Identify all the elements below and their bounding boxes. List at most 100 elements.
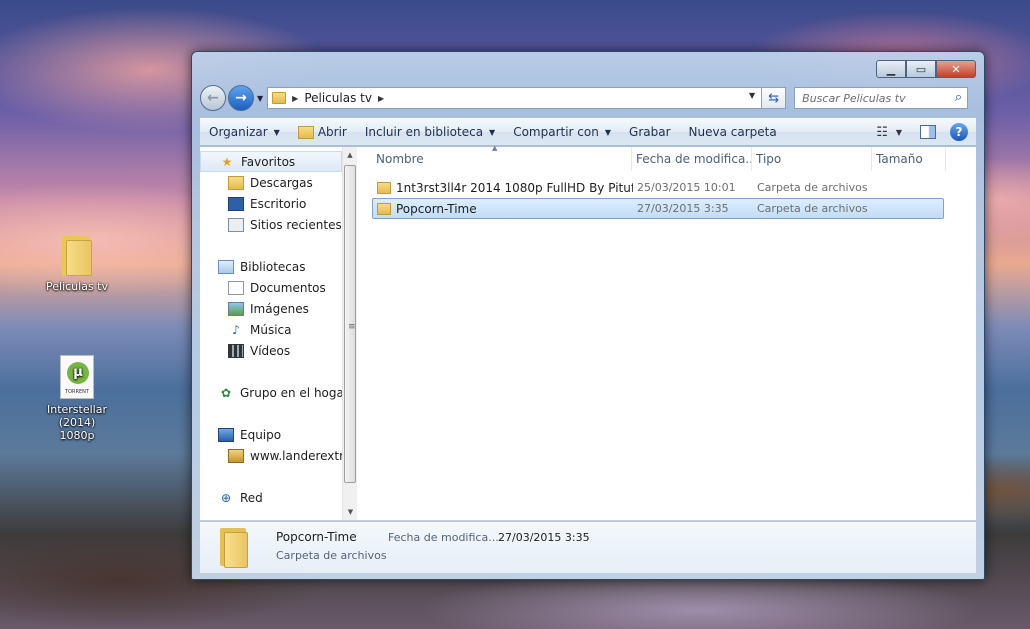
back-arrow-icon: ← bbox=[207, 90, 219, 106]
chevron-down-icon: ▼ bbox=[895, 127, 902, 137]
change-view-button[interactable]: ☷ ▼ bbox=[868, 125, 910, 140]
breadcrumb-separator-icon[interactable]: ▶ bbox=[378, 94, 384, 103]
desktop-icon-label: Peliculas tv bbox=[46, 280, 108, 293]
chevron-down-icon: ▼ bbox=[273, 127, 280, 137]
nav-item-music[interactable]: ♪ Música bbox=[200, 319, 342, 340]
maximize-icon: ▭ bbox=[915, 62, 927, 76]
explorer-window: ▁ ▭ ✕ ← → ▼ ▶ Peliculas tv ▶ ▼ ⇆ ⌕ Organ… bbox=[191, 51, 985, 580]
nav-item-label: Grupo en el hogar bbox=[240, 385, 342, 400]
nav-item-network[interactable]: ⊕ Red bbox=[200, 487, 342, 508]
search-box[interactable]: ⌕ bbox=[794, 87, 969, 109]
folder-icon bbox=[220, 528, 248, 568]
nav-item-downloads[interactable]: Descargas bbox=[200, 172, 342, 193]
file-type: Carpeta de archivos bbox=[757, 202, 868, 215]
share-with-button[interactable]: Compartir con ▼ bbox=[504, 119, 620, 145]
refresh-icon: ⇆ bbox=[768, 90, 780, 106]
music-note-icon: ♪ bbox=[232, 322, 240, 337]
close-button[interactable]: ✕ bbox=[936, 60, 976, 78]
torrent-badge: TORRENT bbox=[65, 389, 89, 395]
close-icon: ✕ bbox=[951, 62, 961, 76]
chevron-down-icon: ▼ bbox=[604, 127, 612, 137]
file-date: 27/03/2015 3:35 bbox=[637, 202, 729, 215]
desktop-icon-peliculas-tv[interactable]: Peliculas tv bbox=[27, 232, 127, 293]
scrollbar-thumb[interactable]: ≡ bbox=[344, 165, 356, 483]
share-with-label: Compartir con bbox=[513, 125, 599, 139]
open-folder-icon bbox=[297, 125, 314, 139]
burn-button[interactable]: Grabar bbox=[620, 119, 680, 145]
desktop-icon-interstellar-torrent[interactable]: µ TORRENT Interstellar (2014) 1080p bbox=[27, 355, 127, 442]
column-header-size[interactable]: Tamaño bbox=[872, 147, 946, 171]
search-input[interactable] bbox=[802, 91, 943, 105]
file-row-selected[interactable]: Popcorn-Time 27/03/2015 3:35 Carpeta de … bbox=[372, 198, 944, 219]
organize-label: Organizar bbox=[209, 125, 268, 139]
organize-button[interactable]: Organizar ▼ bbox=[200, 119, 289, 145]
nav-item-network-drive[interactable]: www.landerextre bbox=[200, 445, 342, 466]
nav-item-images[interactable]: Imágenes bbox=[200, 298, 342, 319]
column-header-date[interactable]: Fecha de modifica... bbox=[632, 147, 752, 171]
file-type: Carpeta de archivos bbox=[757, 181, 868, 194]
nav-item-label: Imágenes bbox=[250, 301, 309, 316]
details-date-label: Fecha de modifica... bbox=[388, 531, 499, 544]
desktop-icon-label-line2: 1080p bbox=[59, 429, 95, 442]
forward-button[interactable]: → bbox=[228, 85, 254, 111]
nav-item-label: Red bbox=[240, 490, 263, 505]
minimize-button[interactable]: ▁ bbox=[876, 60, 906, 78]
nav-item-recent-places[interactable]: Sitios recientes bbox=[200, 214, 342, 235]
search-icon[interactable]: ⌕ bbox=[955, 90, 962, 105]
view-details-icon: ☷ bbox=[876, 124, 888, 140]
recent-pages-dropdown[interactable]: ▼ bbox=[257, 94, 263, 103]
folder-icon bbox=[272, 92, 287, 104]
back-button[interactable]: ← bbox=[200, 85, 226, 111]
column-header-name[interactable]: ▲ Nombre bbox=[372, 144, 632, 171]
nav-item-homegroup[interactable]: ✿ Grupo en el hogar bbox=[200, 382, 342, 403]
file-row[interactable]: 1nt3rst3ll4r 2014 1080p FullHD By Pitufo… bbox=[372, 177, 944, 198]
address-dropdown-icon[interactable]: ▼ bbox=[749, 91, 755, 100]
nav-item-label: Equipo bbox=[240, 427, 282, 442]
star-icon: ★ bbox=[221, 154, 233, 169]
caption-buttons: ▁ ▭ ✕ bbox=[876, 60, 976, 78]
breadcrumb-separator-icon[interactable]: ▶ bbox=[292, 94, 298, 103]
nav-item-videos[interactable]: Vídeos bbox=[200, 340, 342, 361]
nav-item-computer[interactable]: Equipo bbox=[200, 424, 342, 445]
preview-pane-button[interactable] bbox=[920, 125, 936, 139]
film-strip-icon bbox=[228, 343, 244, 358]
column-header-label: Nombre bbox=[376, 152, 424, 166]
grip-icon: ≡ bbox=[348, 322, 356, 332]
navigation-scrollbar[interactable]: ▲ ≡ ▼ bbox=[342, 147, 357, 520]
nav-item-label: Escritorio bbox=[250, 196, 307, 211]
homegroup-icon: ✿ bbox=[220, 385, 232, 400]
breadcrumb-peliculas-tv[interactable]: Peliculas tv bbox=[304, 91, 372, 105]
column-header-type[interactable]: Tipo bbox=[752, 147, 872, 171]
recent-places-icon bbox=[228, 217, 244, 232]
column-header-label: Tamaño bbox=[876, 152, 923, 166]
open-button[interactable]: Abrir bbox=[289, 119, 356, 145]
scroll-up-icon[interactable]: ▲ bbox=[343, 147, 357, 163]
file-name-cell: Popcorn-Time bbox=[373, 202, 633, 216]
scroll-down-icon[interactable]: ▼ bbox=[343, 504, 358, 520]
desktop-icon-label-line1: Interstellar (2014) bbox=[46, 403, 107, 429]
nav-item-desktop[interactable]: Escritorio bbox=[200, 193, 342, 214]
file-name: 1nt3rst3ll4r 2014 1080p FullHD By Pitufo… bbox=[396, 180, 633, 195]
nav-item-libraries[interactable]: Bibliotecas bbox=[200, 256, 342, 277]
folder-icon bbox=[377, 181, 391, 194]
nav-item-favorites[interactable]: ★ Favoritos bbox=[200, 151, 342, 172]
nav-item-label: Bibliotecas bbox=[240, 259, 306, 274]
maximize-button[interactable]: ▭ bbox=[906, 60, 936, 78]
address-bar[interactable]: ▶ Peliculas tv ▶ ▼ bbox=[267, 87, 763, 109]
content-area: ★ Favoritos Descargas Escritorio Sitios … bbox=[200, 144, 976, 520]
help-button[interactable]: ? bbox=[950, 123, 968, 141]
refresh-button[interactable]: ⇆ bbox=[762, 87, 787, 109]
nav-item-label: Sitios recientes bbox=[250, 217, 342, 232]
folder-icon bbox=[60, 232, 94, 276]
minimize-icon: ▁ bbox=[886, 62, 896, 76]
open-label: Abrir bbox=[317, 125, 347, 139]
utorrent-logo-icon: µ bbox=[67, 362, 89, 384]
burn-label: Grabar bbox=[629, 125, 671, 139]
nav-item-documents[interactable]: Documentos bbox=[200, 277, 342, 298]
documents-icon bbox=[228, 280, 244, 295]
include-library-button[interactable]: Incluir en biblioteca ▼ bbox=[356, 119, 504, 145]
nav-item-label: Documentos bbox=[250, 280, 326, 295]
new-folder-button[interactable]: Nueva carpeta bbox=[680, 119, 786, 145]
help-icon: ? bbox=[955, 125, 963, 139]
details-type: Carpeta de archivos bbox=[276, 549, 387, 562]
